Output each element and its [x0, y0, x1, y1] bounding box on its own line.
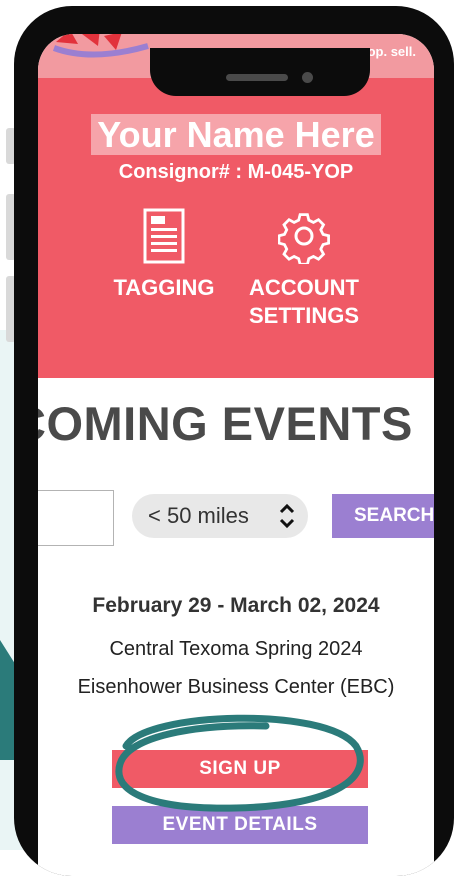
speaker-grille — [226, 74, 288, 81]
event-venue: Eisenhower Business Center (EBC) — [77, 676, 395, 698]
search-button[interactable]: SEARCH — [332, 494, 434, 538]
front-camera — [302, 72, 313, 83]
consignor-number: Consignor# : M-045-YOP — [118, 161, 354, 183]
event-date: February 29 - March 02, 2024 — [92, 594, 380, 617]
event-name: Central Texoma Spring 2024 — [109, 638, 363, 660]
brand-logo — [52, 34, 149, 58]
profile-header: Your Name Here Consignor# : M-045-YOP TA… — [38, 78, 434, 378]
nav-tagging[interactable]: TAGGING — [94, 208, 234, 302]
tag-sheet-icon — [143, 208, 185, 264]
nav-tagging-label: TAGGING — [113, 275, 215, 300]
nav-account-settings-label: ACCOUNT SETTINGS — [248, 275, 359, 328]
phone-notch — [150, 48, 370, 96]
highlight-circle-annotation — [115, 714, 364, 812]
distance-select-value: < 50 miles — [148, 503, 249, 528]
gear-icon — [278, 213, 330, 264]
distance-select[interactable]: < 50 miles — [132, 494, 308, 538]
zip-input[interactable] — [38, 490, 114, 546]
select-chevron-icon — [279, 503, 295, 529]
phone-frame: op. sell. Your Name Here Consignor# : M-… — [14, 6, 454, 876]
user-name: Your Name Here — [38, 114, 434, 156]
nav-account-settings[interactable]: ACCOUNT SETTINGS — [234, 208, 374, 330]
banner-tagline: op. sell. — [367, 44, 416, 59]
upcoming-events-heading: COMING EVENTS — [38, 397, 413, 450]
phone-screen: op. sell. Your Name Here Consignor# : M-… — [38, 34, 434, 876]
